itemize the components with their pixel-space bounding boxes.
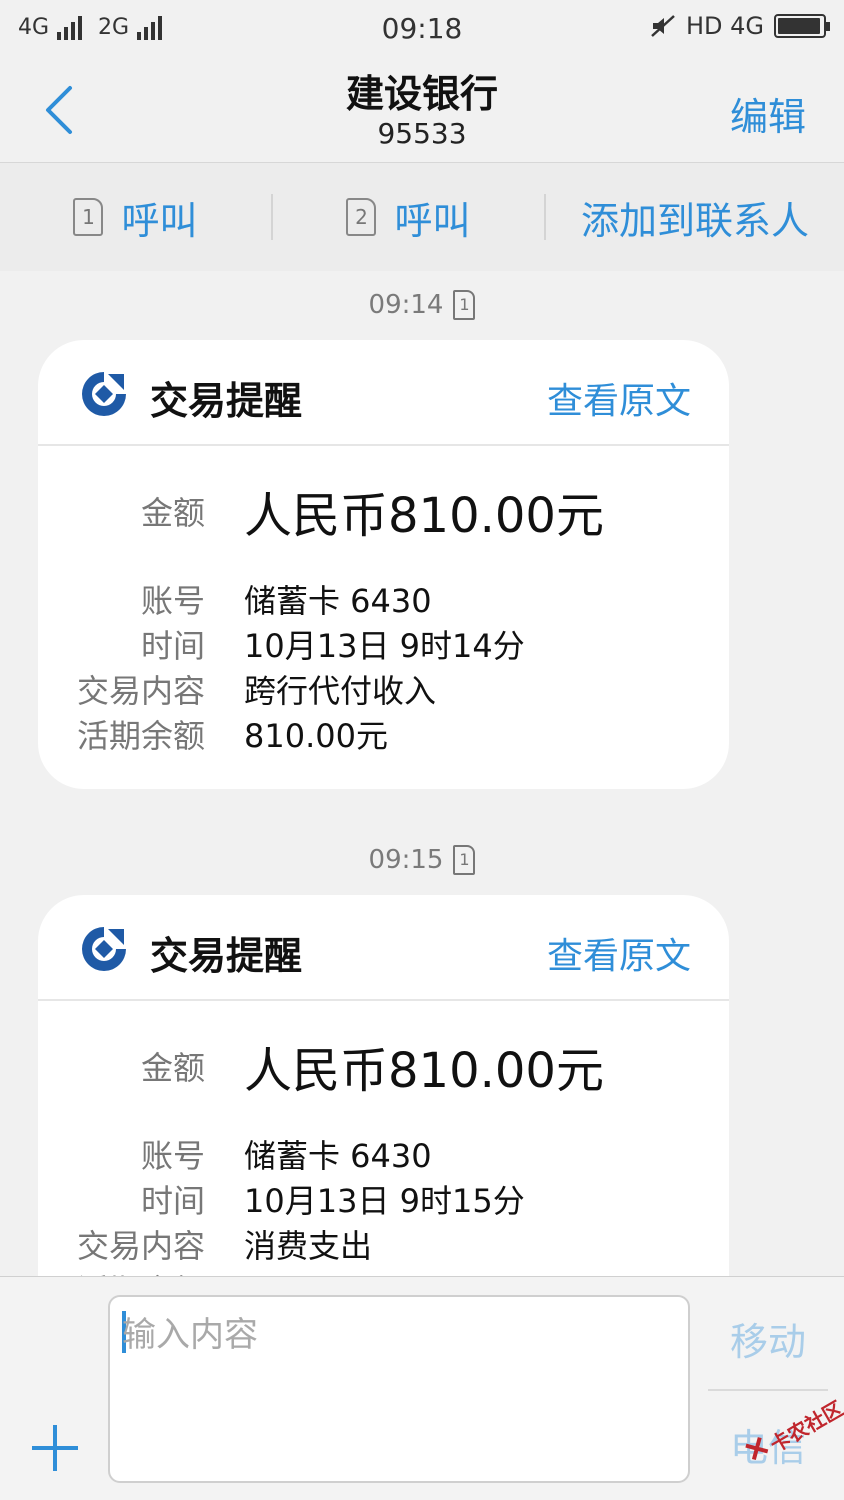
detail-value: 储蓄卡 6430 [244, 1137, 432, 1175]
message-input-placeholder: 输入内容 [122, 1315, 258, 1355]
detail-value: 810.00元 [244, 717, 388, 755]
status-bar: 4G 2G 09:18 HD 4G [0, 0, 844, 60]
contact-name: 建设银行 [345, 72, 498, 116]
detail-value: 储蓄卡 6430 [244, 582, 432, 620]
card-title: 交易提醒 [150, 934, 303, 978]
detail-label: 时间 [140, 1182, 205, 1220]
amount-value: 人民币810.00元 [244, 1043, 604, 1099]
detail-label: 账号 [140, 1137, 205, 1175]
network-indicator: HD 4G [685, 12, 764, 40]
send-via-mobile-button[interactable]: 移动 [730, 1311, 806, 1366]
sim2-icon: 2 [346, 198, 377, 236]
view-original-link[interactable]: 查看原文 [547, 927, 691, 979]
card-header: 交易提醒 查看原文 [38, 895, 729, 1001]
status-indicators: HD 4G [650, 12, 830, 40]
transaction-card[interactable]: 交易提醒 查看原文 金额 人民币810.00元 账号 储蓄卡 6430 时间 1… [38, 340, 729, 789]
timestamp-text: 09:15 [368, 845, 444, 875]
detail-label: 活期余额 [76, 717, 205, 755]
contact-title-block: 建设银行 95533 [0, 72, 844, 150]
detail-label: 账号 [140, 582, 205, 620]
contact-action-bar: 1 呼叫 2 呼叫 添加到联系人 [0, 163, 844, 271]
detail-value: 10月13日 9时14分 [244, 627, 525, 665]
detail-value: 消费支出 [244, 1227, 373, 1265]
compose-bar: 输入内容 移动 电信 [0, 1276, 844, 1500]
add-attachment-icon[interactable] [32, 1425, 78, 1471]
call-sim1-label: 呼叫 [121, 198, 198, 243]
battery-icon [774, 14, 830, 38]
call-sim1-button[interactable]: 1 呼叫 [0, 163, 271, 271]
detail-value: 跨行代付收入 [244, 672, 437, 710]
ccb-logo-icon [82, 372, 126, 416]
edit-button[interactable]: 编辑 [730, 86, 806, 141]
detail-label: 交易内容 [76, 672, 205, 710]
conversation-header: 建设银行 95533 编辑 [0, 60, 844, 163]
detail-value: 10月13日 9时15分 [244, 1182, 525, 1220]
detail-label: 时间 [140, 627, 205, 665]
call-sim2-button[interactable]: 2 呼叫 [273, 163, 544, 271]
card-title: 交易提醒 [150, 379, 303, 423]
call-sim2-label: 呼叫 [394, 198, 471, 243]
sms-conversation-screen: 4G 2G 09:18 HD 4G 建设银行 95533 编辑 1 呼叫 2 呼… [0, 0, 844, 1500]
add-to-contacts-button[interactable]: 添加到联系人 [546, 163, 844, 271]
sim1-icon: 1 [73, 198, 104, 236]
card-header: 交易提醒 查看原文 [38, 340, 729, 446]
ccb-logo-icon [82, 927, 126, 971]
amount-value: 人民币810.00元 [244, 488, 604, 544]
message-timestamp: 09:15 1 [0, 845, 844, 875]
message-input[interactable]: 输入内容 [108, 1295, 690, 1483]
contact-number: 95533 [377, 117, 467, 150]
detail-label: 交易内容 [76, 1227, 205, 1265]
view-original-link[interactable]: 查看原文 [547, 372, 691, 424]
add-to-contacts-label: 添加到联系人 [580, 198, 809, 243]
amount-label: 金额 [140, 494, 205, 532]
sim-card-icon: 1 [453, 845, 476, 875]
mute-icon [651, 15, 675, 37]
amount-label: 金额 [140, 1049, 205, 1087]
sim-card-icon: 1 [453, 290, 476, 320]
message-timestamp: 09:14 1 [0, 290, 844, 320]
timestamp-text: 09:14 [368, 290, 444, 320]
